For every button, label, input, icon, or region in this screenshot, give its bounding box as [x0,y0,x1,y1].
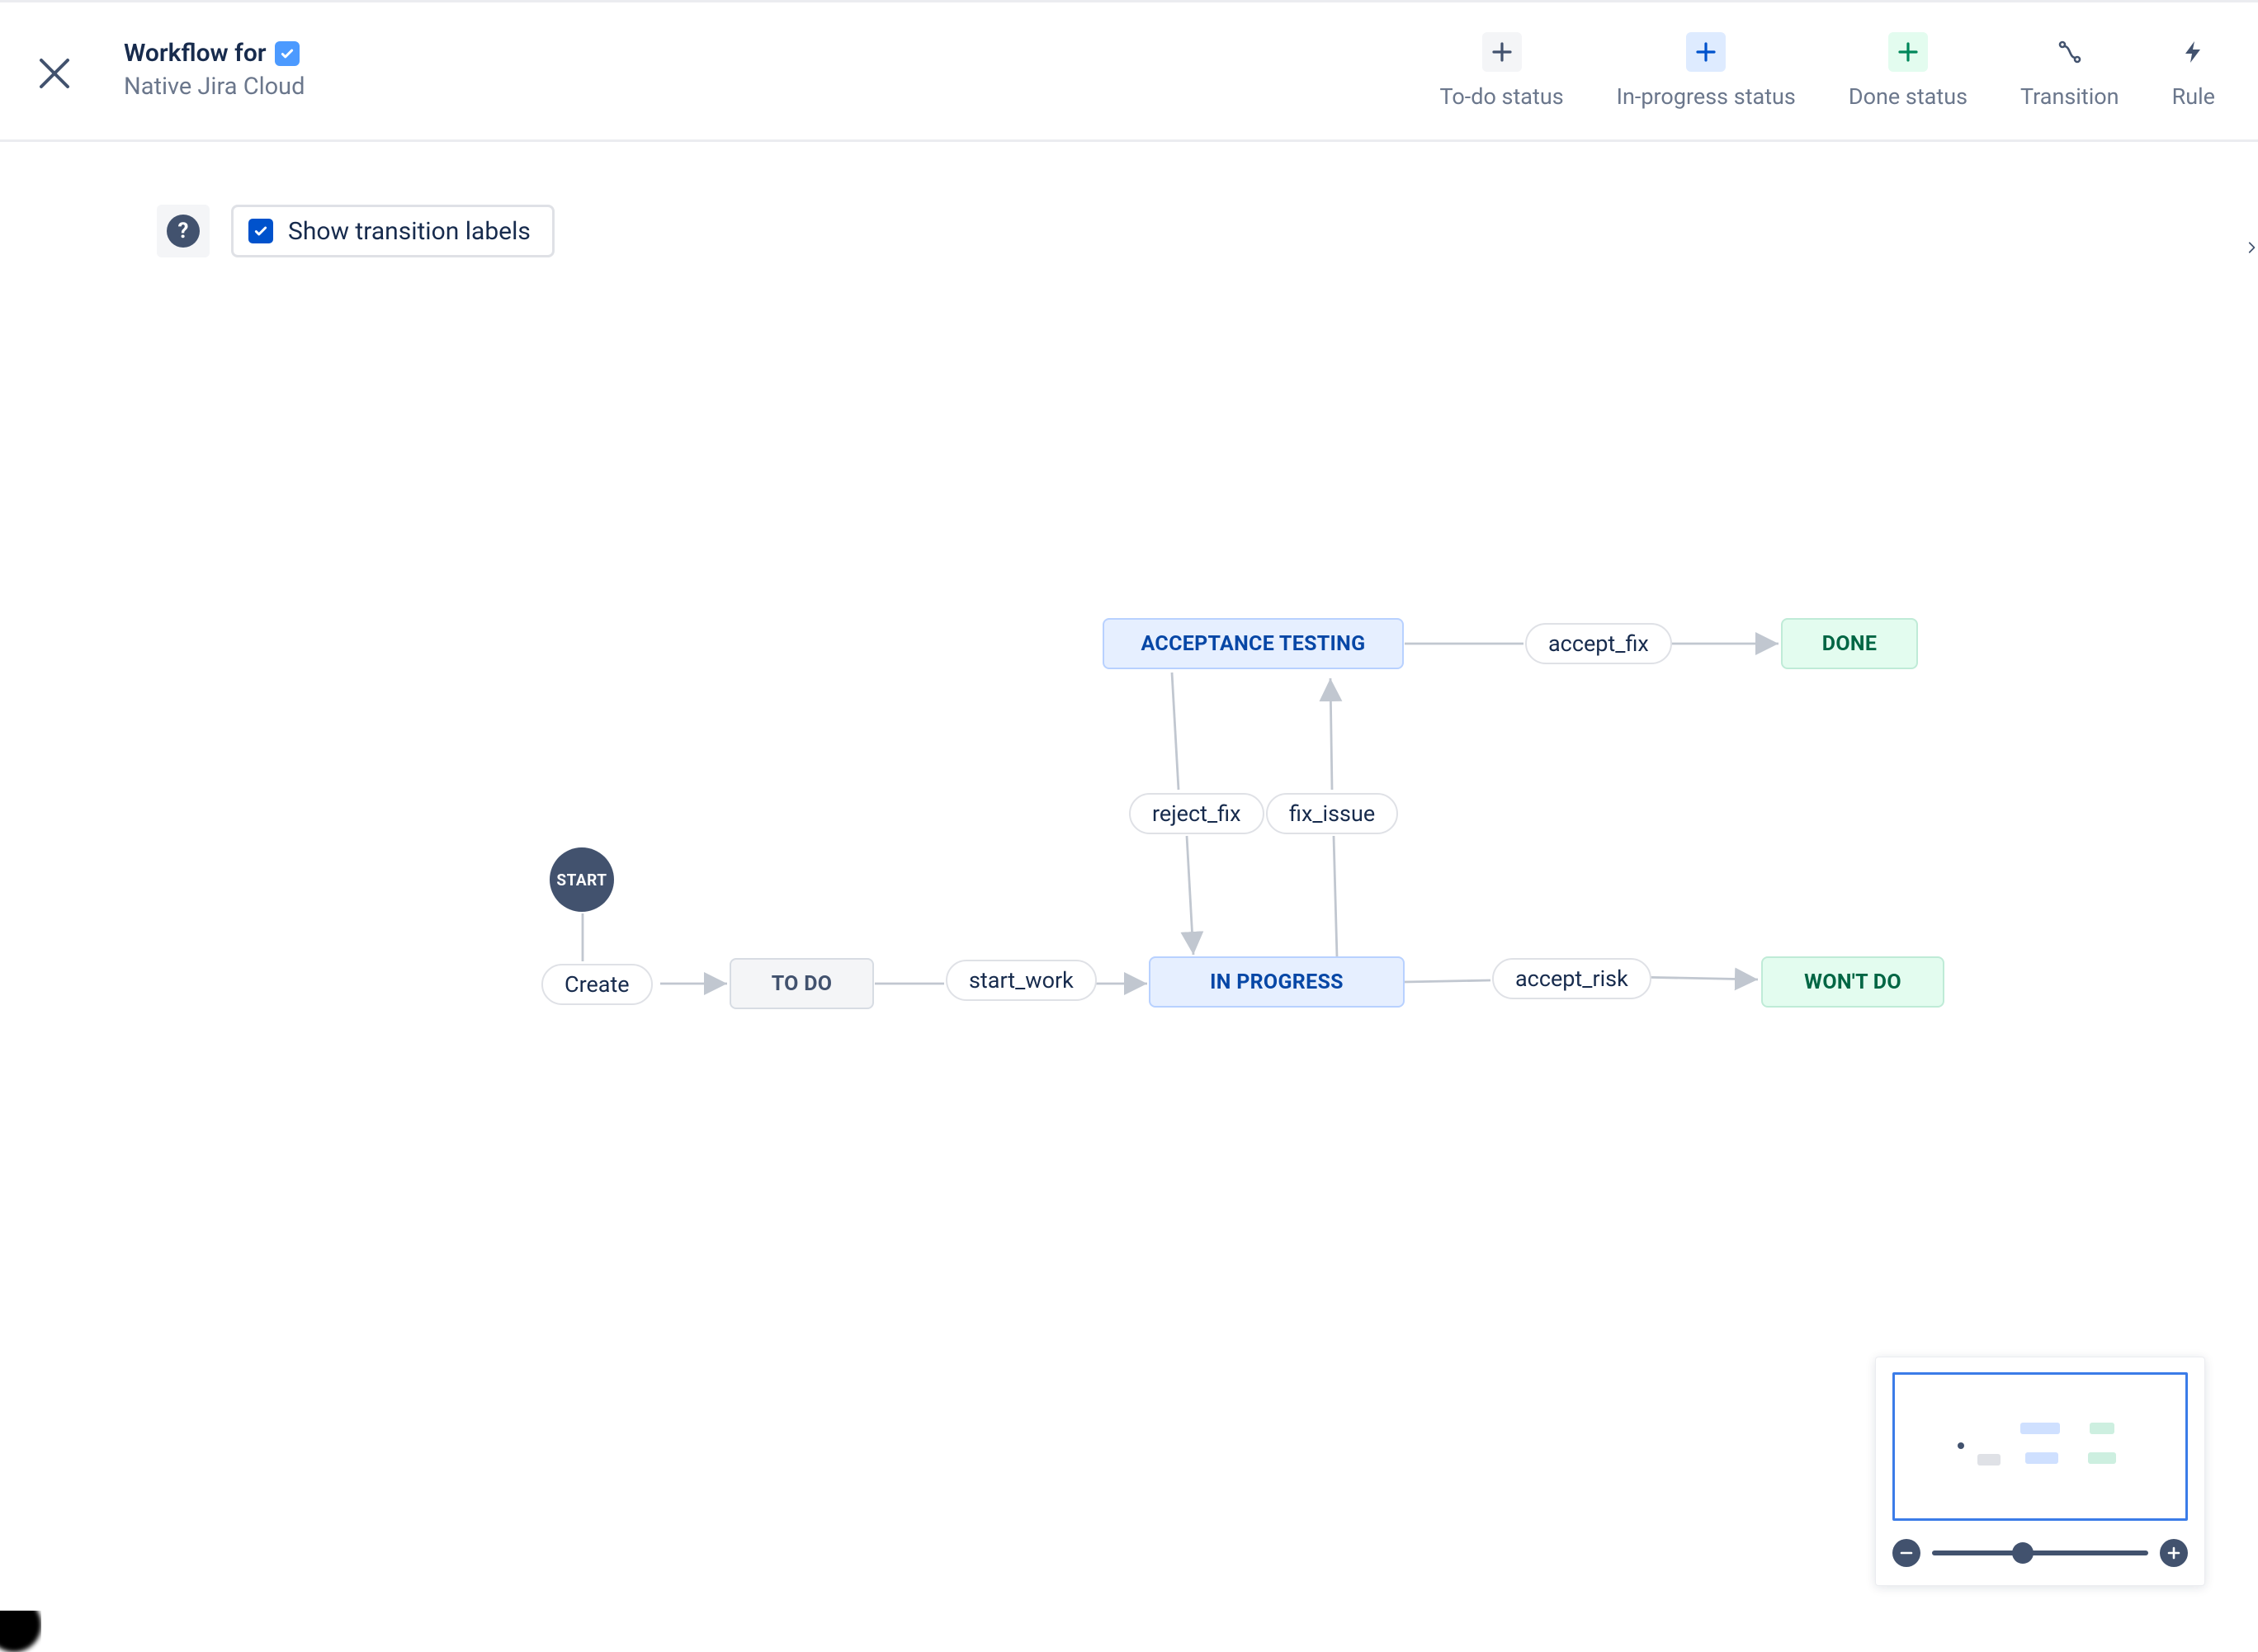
check-icon [280,46,295,61]
add-done-status-button[interactable]: Done status [1849,32,1967,110]
minus-icon [1899,1546,1914,1560]
add-inprogress-status-button[interactable]: In-progress status [1617,32,1796,110]
minimap-viewport[interactable] [1892,1372,2188,1521]
status-to-do[interactable]: TO DO [730,958,874,1009]
add-todo-status-button[interactable]: To-do status [1440,32,1564,110]
transition-icon [2050,32,2090,72]
status-done[interactable]: DONE [1781,618,1918,669]
toolbar-label: To-do status [1440,83,1564,110]
toolbar-label: Rule [2172,83,2215,110]
minimap-node [2020,1423,2060,1434]
plus-icon [1888,32,1928,72]
transition-reject-fix[interactable]: reject_fix [1129,793,1264,834]
zoom-controls [1892,1539,2188,1567]
toolbar-label: Done status [1849,83,1967,110]
page-subtitle: Native Jira Cloud [124,73,305,101]
transition-accept-fix[interactable]: accept_fix [1525,623,1672,664]
add-transition-button[interactable]: Transition [2020,32,2119,110]
toolbar: To-do status In-progress status Done sta… [1440,32,2215,110]
minimap-node [2090,1423,2114,1434]
workflow-badge [275,41,300,66]
rule-icon [2174,32,2213,72]
status-wont-do[interactable]: WON'T DO [1761,956,1944,1008]
page-title: Workflow for [124,39,267,68]
plus-icon [1686,32,1726,72]
workflow-start-node[interactable]: START [550,847,614,912]
zoom-in-button[interactable] [2160,1539,2188,1567]
toolbar-label: Transition [2020,83,2119,110]
toolbar-label: In-progress status [1617,83,1796,110]
plus-icon [1482,32,1522,72]
transition-fix-issue[interactable]: fix_issue [1266,793,1398,834]
zoom-slider-thumb[interactable] [2012,1542,2034,1564]
add-rule-button[interactable]: Rule [2172,32,2215,110]
zoom-slider[interactable] [1932,1551,2148,1555]
minimap[interactable] [1875,1357,2205,1586]
close-icon [36,55,73,92]
plus-icon [2166,1546,2181,1560]
transition-start-work[interactable]: start_work [946,960,1097,1001]
header: Workflow for Native Jira Cloud To-do sta… [0,0,2258,142]
transition-create[interactable]: Create [541,964,653,1005]
title-block: Workflow for Native Jira Cloud [124,39,305,101]
minimap-node [2025,1452,2058,1464]
transition-accept-risk[interactable]: accept_risk [1492,958,1651,999]
close-button[interactable] [31,50,78,97]
workflow-canvas[interactable]: START TO DO IN PROGRESS ACCEPTANCE TESTI… [0,144,2258,1639]
minimap-start-dot [1958,1442,1964,1449]
minimap-node [1977,1454,2001,1466]
status-in-progress[interactable]: IN PROGRESS [1149,956,1405,1008]
status-acceptance-testing[interactable]: ACCEPTANCE TESTING [1103,618,1404,669]
zoom-out-button[interactable] [1892,1539,1920,1567]
minimap-node [2088,1452,2116,1464]
